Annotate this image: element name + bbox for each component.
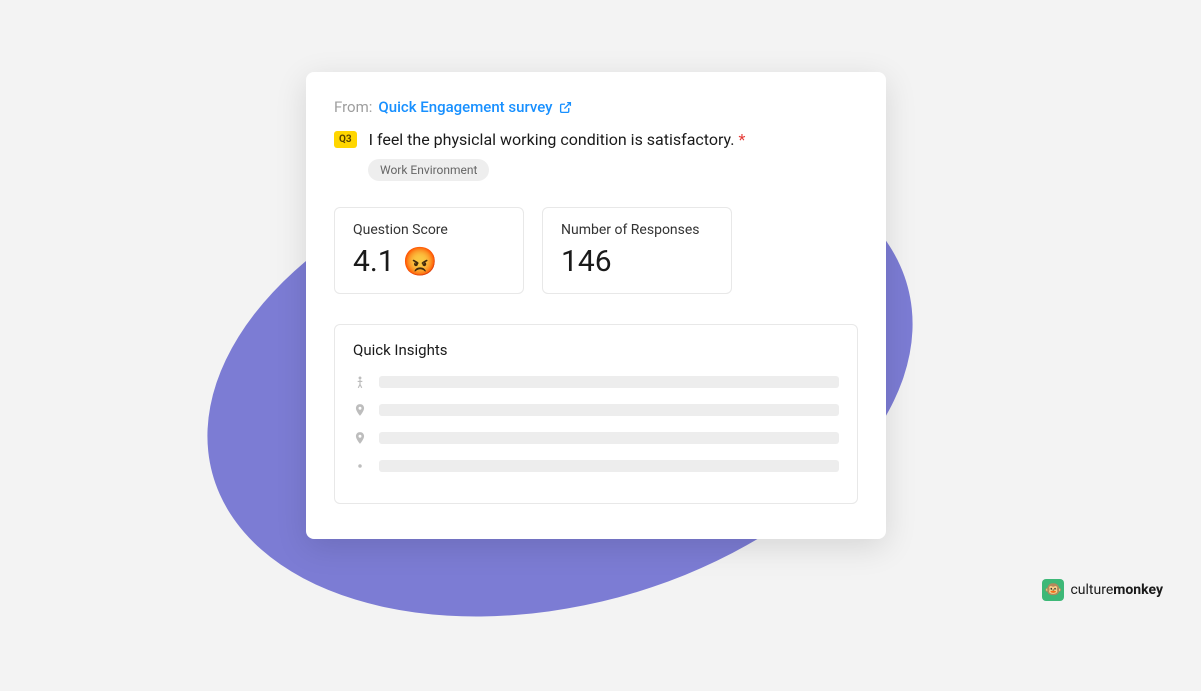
brand-name-bold: monkey (1113, 582, 1163, 598)
survey-link-text: Quick Engagement survey (378, 98, 552, 116)
insights-title: Quick Insights (353, 341, 839, 359)
score-number: 4.1 (353, 244, 395, 279)
from-label: From: (334, 98, 372, 116)
dot-icon (353, 459, 367, 473)
required-marker: * (738, 130, 745, 149)
insight-placeholder-bar (379, 432, 839, 444)
question-row: Q3 I feel the physiclal working conditio… (334, 130, 858, 149)
quick-insights-panel: Quick Insights (334, 324, 858, 504)
score-value: 4.1 😡 (353, 244, 505, 279)
insight-row (353, 459, 839, 473)
insight-row (353, 403, 839, 417)
stats-row: Question Score 4.1 😡 Number of Responses… (334, 207, 858, 294)
brand-logo[interactable]: 🐵 culturemonkey (1042, 579, 1163, 601)
question-text-content: I feel the physiclal working condition i… (369, 130, 735, 149)
monkey-logo-icon: 🐵 (1042, 579, 1064, 601)
score-label: Question Score (353, 222, 505, 238)
question-card: From: Quick Engagement survey Q3 I feel … (306, 72, 886, 539)
brand-name-light: culture (1070, 582, 1113, 598)
angry-emoji-icon: 😡 (403, 245, 438, 278)
responses-value: 146 (561, 244, 713, 279)
location-pin-icon (353, 431, 367, 445)
insight-placeholder-bar (379, 404, 839, 416)
category-tag: Work Environment (368, 159, 489, 181)
insight-placeholder-bar (379, 460, 839, 472)
insight-placeholder-bar (379, 376, 839, 388)
question-text: I feel the physiclal working condition i… (369, 130, 746, 149)
question-number-badge: Q3 (334, 131, 357, 148)
person-icon (353, 375, 367, 389)
responses-label: Number of Responses (561, 222, 713, 238)
survey-link[interactable]: Quick Engagement survey (378, 98, 571, 116)
external-link-icon (559, 101, 572, 114)
insight-row (353, 375, 839, 389)
brand-name: culturemonkey (1070, 582, 1163, 598)
insight-row (353, 431, 839, 445)
location-pin-icon (353, 403, 367, 417)
from-line: From: Quick Engagement survey (334, 98, 858, 116)
responses-box: Number of Responses 146 (542, 207, 732, 294)
question-score-box: Question Score 4.1 😡 (334, 207, 524, 294)
